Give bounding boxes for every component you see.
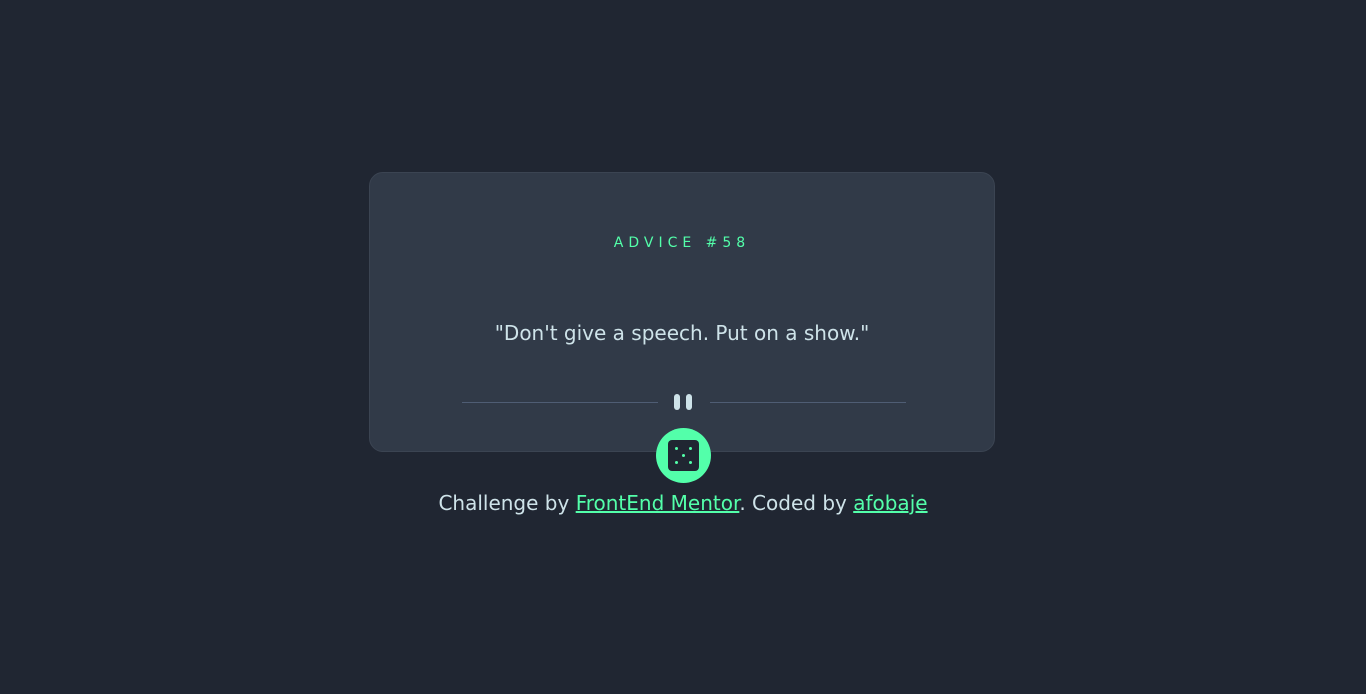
advice-quote: "Don't give a speech. Put on a show." bbox=[494, 321, 870, 345]
divider bbox=[462, 393, 906, 413]
advice-card: ADVICE #58 "Don't give a speech. Put on … bbox=[369, 172, 995, 452]
pause-icon bbox=[673, 394, 695, 410]
attribution: Challenge by FrontEnd Mentor. Coded by a… bbox=[0, 491, 1366, 515]
new-advice-button[interactable] bbox=[656, 428, 711, 483]
attribution-middle: . Coded by bbox=[739, 491, 854, 515]
frontend-mentor-link[interactable]: FrontEnd Mentor bbox=[576, 491, 740, 515]
divider-line-left bbox=[462, 402, 658, 403]
attribution-prefix: Challenge by bbox=[438, 491, 576, 515]
advice-number: ADVICE #58 bbox=[613, 235, 751, 251]
author-link[interactable]: afobaje bbox=[853, 491, 927, 515]
dice-icon bbox=[668, 440, 699, 471]
divider-line-right bbox=[710, 402, 906, 403]
